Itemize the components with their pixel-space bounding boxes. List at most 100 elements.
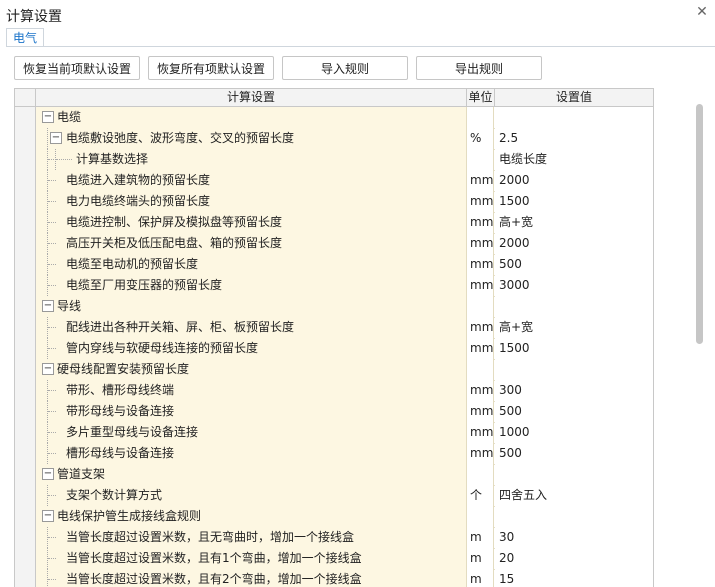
value-cell[interactable]: 30: [495, 527, 653, 548]
row-selector[interactable]: [15, 317, 36, 338]
value-cell[interactable]: 2.5: [495, 128, 653, 149]
row-selector[interactable]: [15, 149, 36, 170]
row-selector[interactable]: [15, 296, 36, 317]
table-row[interactable]: 槽形母线与设备连接 mm 500: [15, 443, 653, 465]
table-row[interactable]: − 硬母线配置安装预留长度: [15, 359, 653, 381]
row-selector[interactable]: [15, 191, 36, 212]
value-cell[interactable]: 1500: [495, 338, 653, 359]
unit-cell: m: [467, 569, 494, 587]
value-cell[interactable]: 500: [495, 443, 653, 464]
collapse-toggle-icon[interactable]: −: [42, 111, 54, 123]
row-selector[interactable]: [15, 338, 36, 359]
setting-name-cell: 当管长度超过设置米数，且有2个弯曲，增加一个接线盒: [36, 569, 467, 587]
setting-label: 电缆进入建筑物的预留长度: [66, 173, 211, 187]
setting-label: 槽形母线与设备连接: [66, 446, 175, 460]
restore-all-default-button[interactable]: 恢复所有项默认设置: [148, 56, 274, 80]
table-row[interactable]: 电缆进入建筑物的预留长度 mm 2000: [15, 170, 653, 192]
table-row[interactable]: − 电缆: [15, 107, 653, 129]
row-selector[interactable]: [15, 107, 36, 128]
unit-cell: mm: [467, 443, 494, 464]
table-row[interactable]: 多片重型母线与设备连接 mm 1000: [15, 422, 653, 444]
export-rules-button[interactable]: 导出规则: [416, 56, 542, 80]
setting-label: 管道支架: [57, 467, 106, 481]
tree-guide-line: [47, 128, 48, 149]
tree-guide-line: [48, 558, 56, 559]
row-selector[interactable]: [15, 569, 36, 587]
table-row[interactable]: 电缆至电动机的预留长度 mm 500: [15, 254, 653, 276]
table-row[interactable]: 电缆进控制、保护屏及模拟盘等预留长度 mm 高+宽: [15, 212, 653, 234]
table-row[interactable]: 电缆至厂用变压器的预留长度 mm 3000: [15, 275, 653, 297]
collapse-toggle-icon[interactable]: −: [42, 300, 54, 312]
row-selector[interactable]: [15, 506, 36, 527]
collapse-toggle-icon[interactable]: −: [42, 363, 54, 375]
value-cell[interactable]: 15: [495, 569, 653, 587]
value-cell: [495, 506, 653, 527]
setting-name-cell: 带形、槽形母线终端: [36, 380, 467, 401]
setting-name-cell: − 管道支架: [36, 464, 467, 485]
table-row[interactable]: 计算基数选择 电缆长度: [15, 149, 653, 171]
scrollbar-thumb[interactable]: [696, 104, 703, 344]
row-selector[interactable]: [15, 233, 36, 254]
table-row[interactable]: − 电缆敷设弛度、波形弯度、交叉的预留长度% 2.5: [15, 128, 653, 150]
table-row[interactable]: 配线进出各种开关箱、屏、柜、板预留长度 mm 高+宽: [15, 317, 653, 339]
tree-guide-line: [48, 348, 56, 349]
row-selector[interactable]: [15, 485, 36, 506]
value-cell[interactable]: 四舍五入: [495, 485, 653, 506]
import-rules-button[interactable]: 导入规则: [282, 56, 408, 80]
table-row[interactable]: 管内穿线与软硬母线连接的预留长度 mm 1500: [15, 338, 653, 360]
value-cell[interactable]: 3000: [495, 275, 653, 296]
value-cell[interactable]: 2000: [495, 233, 653, 254]
table-row[interactable]: 带形母线与设备连接 mm 500: [15, 401, 653, 423]
row-selector[interactable]: [15, 464, 36, 485]
table-row[interactable]: 支架个数计算方式 个四舍五入: [15, 485, 653, 507]
table-row[interactable]: 高压开关柜及低压配电盘、箱的预留长度 mm 2000: [15, 233, 653, 255]
collapse-toggle-icon[interactable]: −: [42, 510, 54, 522]
value-cell[interactable]: 高+宽: [495, 212, 653, 233]
value-cell[interactable]: 20: [495, 548, 653, 569]
row-selector[interactable]: [15, 128, 36, 149]
row-selector[interactable]: [15, 548, 36, 569]
table-row[interactable]: − 导线: [15, 296, 653, 318]
table-row[interactable]: 带形、槽形母线终端 mm 300: [15, 380, 653, 402]
table-row[interactable]: 电力电缆终端头的预留长度 mm 1500: [15, 191, 653, 213]
unit-cell: 个: [467, 485, 494, 506]
value-cell[interactable]: 500: [495, 254, 653, 275]
row-selector[interactable]: [15, 380, 36, 401]
table-row[interactable]: 当管长度超过设置米数，且无弯曲时，增加一个接线盒 m 30: [15, 527, 653, 549]
restore-current-default-button[interactable]: 恢复当前项默认设置: [14, 56, 140, 80]
row-selector[interactable]: [15, 527, 36, 548]
collapse-toggle-icon[interactable]: −: [42, 468, 54, 480]
value-cell[interactable]: 1000: [495, 422, 653, 443]
value-cell[interactable]: 300: [495, 380, 653, 401]
collapse-toggle-icon[interactable]: −: [50, 132, 62, 144]
unit-cell: [467, 359, 494, 380]
row-selector[interactable]: [15, 359, 36, 380]
row-selector[interactable]: [15, 212, 36, 233]
row-selector[interactable]: [15, 170, 36, 191]
tree-guide-line: [48, 453, 56, 454]
value-cell[interactable]: 2000: [495, 170, 653, 191]
setting-label: 带形母线与设备连接: [66, 404, 175, 418]
table-row[interactable]: − 管道支架: [15, 464, 653, 486]
row-selector[interactable]: [15, 443, 36, 464]
table-row[interactable]: 当管长度超过设置米数，且有2个弯曲，增加一个接线盒 m 15: [15, 569, 653, 587]
row-selector[interactable]: [15, 275, 36, 296]
value-cell[interactable]: 高+宽: [495, 317, 653, 338]
unit-cell: [467, 296, 494, 317]
row-selector[interactable]: [15, 254, 36, 275]
table-row[interactable]: − 电线保护管生成接线盒规则: [15, 506, 653, 528]
setting-name-cell: 计算基数选择: [36, 149, 467, 170]
tab-electrical[interactable]: 电气: [6, 28, 44, 47]
close-icon[interactable]: ✕: [694, 4, 710, 20]
tree-guide-line: [48, 537, 56, 538]
unit-cell: mm: [467, 254, 494, 275]
table-row[interactable]: 当管长度超过设置米数，且有1个弯曲，增加一个接线盒 m 20: [15, 548, 653, 570]
value-cell[interactable]: 1500: [495, 191, 653, 212]
setting-name-cell: 电缆至电动机的预留长度: [36, 254, 467, 275]
setting-name-cell: − 电线保护管生成接线盒规则: [36, 506, 467, 527]
value-cell[interactable]: 电缆长度: [495, 149, 653, 170]
row-selector[interactable]: [15, 401, 36, 422]
tree-guide-line: [48, 222, 56, 223]
value-cell[interactable]: 500: [495, 401, 653, 422]
row-selector[interactable]: [15, 422, 36, 443]
